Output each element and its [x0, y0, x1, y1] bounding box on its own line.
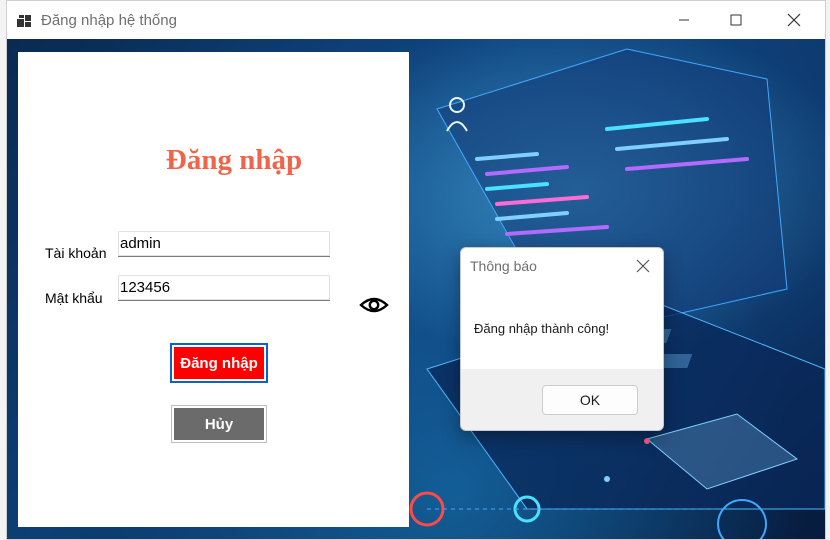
- app-icon: [17, 13, 33, 29]
- message-dialog: Thông báo Đăng nhập thành công! OK: [460, 247, 664, 431]
- eye-icon: [359, 297, 389, 313]
- close-icon: [636, 259, 650, 273]
- dialog-close-button[interactable]: [633, 256, 653, 276]
- maximize-icon: [730, 14, 742, 26]
- window-title: Đăng nhập hệ thống: [41, 12, 177, 29]
- dialog-footer: OK: [461, 369, 663, 430]
- close-icon: [787, 13, 801, 27]
- minimize-icon: [679, 19, 689, 21]
- cancel-button[interactable]: Hủy: [171, 405, 267, 443]
- login-panel: Đăng nhập Tài khoản Mật khẩu Đăng nhập H…: [18, 52, 409, 527]
- show-password-toggle[interactable]: [358, 289, 390, 321]
- dialog-title: Thông báo: [470, 258, 537, 274]
- username-input[interactable]: [118, 231, 330, 257]
- login-button[interactable]: Đăng nhập: [171, 344, 267, 382]
- maximize-button[interactable]: [713, 1, 759, 39]
- password-label: Mật khẩu: [45, 290, 103, 306]
- ok-button[interactable]: OK: [542, 385, 638, 415]
- close-button[interactable]: [771, 1, 817, 39]
- dialog-message: Đăng nhập thành công!: [474, 321, 610, 336]
- username-label: Tài khoản: [45, 245, 107, 261]
- minimize-button[interactable]: [661, 1, 707, 39]
- title-bar[interactable]: Đăng nhập hệ thống: [7, 1, 825, 39]
- login-heading: Đăng nhập: [165, 144, 303, 176]
- client-area: Đăng nhập Tài khoản Mật khẩu Đăng nhập H…: [7, 39, 825, 539]
- background-window-edge-right: [826, 0, 830, 540]
- password-input[interactable]: [118, 275, 330, 301]
- login-window: Đăng nhập hệ thống Đăng nhập Tài khoản a…: [6, 0, 826, 540]
